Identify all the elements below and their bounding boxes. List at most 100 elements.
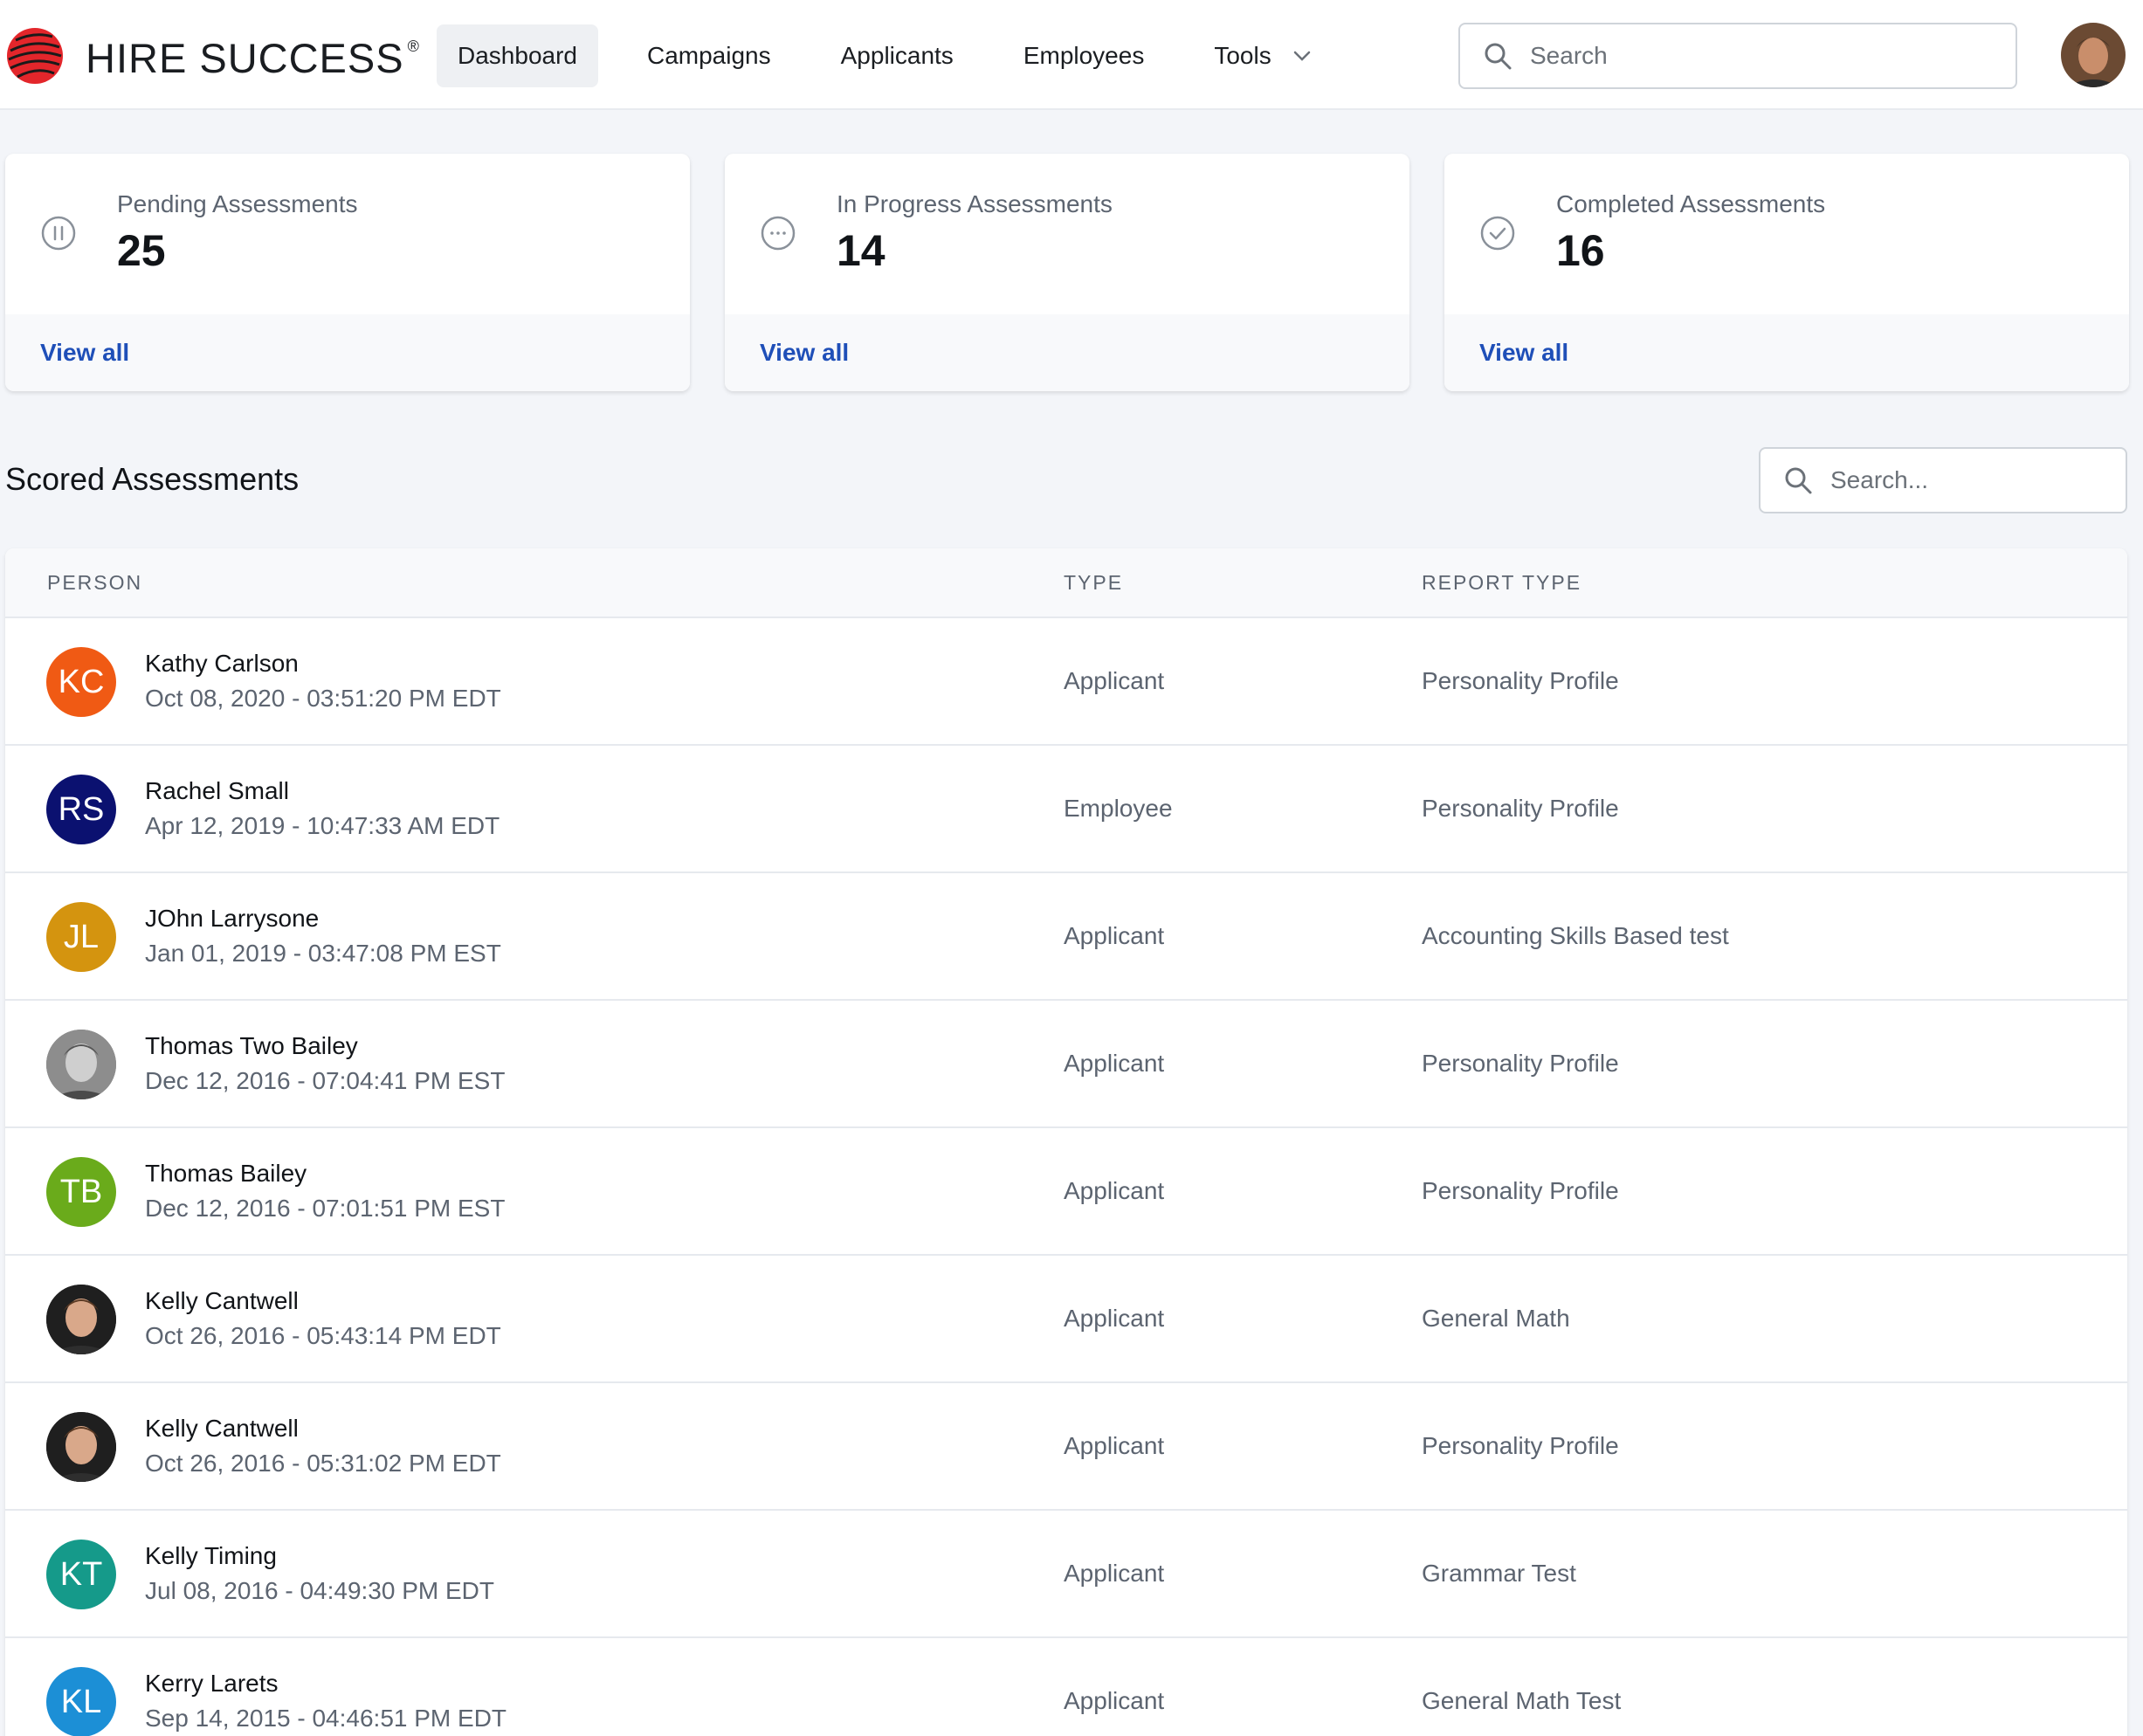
view-all-completed-link[interactable]: View all <box>1479 339 1568 367</box>
assessment-date: Oct 08, 2020 - 03:51:20 PM EDT <box>145 685 501 712</box>
ellipsis-circle-icon <box>761 216 796 251</box>
assessment-date: Oct 26, 2016 - 05:43:14 PM EDT <box>145 1322 501 1349</box>
report-type: Personality Profile <box>1422 1050 1619 1077</box>
person-name[interactable]: Thomas Two Bailey <box>145 1032 358 1060</box>
table-header: PERSON TYPE REPORT TYPE <box>5 548 2127 618</box>
person-name[interactable]: Kelly Cantwell <box>145 1287 299 1315</box>
stat-card-in-progress: In Progress Assessments 14 View all <box>725 154 1409 391</box>
person-name[interactable]: Rachel Small <box>145 777 289 805</box>
nav-campaigns-label: Campaigns <box>646 42 771 69</box>
column-header-person[interactable]: PERSON <box>47 571 142 595</box>
stat-value: 14 <box>837 226 885 275</box>
avatar-initials: KC <box>58 663 105 700</box>
column-header-type[interactable]: TYPE <box>1064 571 1123 595</box>
table-row[interactable]: TB Thomas Bailey Dec 12, 2016 - 07:01:51 P… <box>5 1128 2127 1256</box>
assessment-date: Oct 26, 2016 - 05:31:02 PM EDT <box>145 1450 501 1477</box>
column-header-report-type[interactable]: REPORT TYPE <box>1422 571 1581 595</box>
view-all-pending-link[interactable]: View all <box>40 339 129 367</box>
brand-logo[interactable]: HIRE SUCCESS ® <box>5 24 420 87</box>
global-search-input[interactable] <box>1530 42 2002 70</box>
top-navigation-bar: HIRE SUCCESS ® Dashboard Campaigns Applic… <box>0 0 2143 110</box>
person-type: Applicant <box>1064 667 1165 694</box>
person-type: Applicant <box>1064 1305 1165 1332</box>
avatar-initials: KL <box>60 1683 102 1720</box>
pause-circle-icon <box>41 216 76 251</box>
avatar-initials: TB <box>59 1173 103 1210</box>
report-type: General Math <box>1422 1305 1570 1332</box>
report-type: Personality Profile <box>1422 667 1619 694</box>
nav-dashboard-label: Dashboard <box>458 42 577 69</box>
avatar-initials: KT <box>59 1555 103 1593</box>
person-avatar: KC <box>46 647 116 717</box>
person-name[interactable]: Kelly Timing <box>145 1542 277 1570</box>
table-row[interactable]: KL Kerry Larets Sep 14, 2015 - 04:46:51 PM… <box>5 1638 2127 1736</box>
card-footer: View all <box>725 314 1409 391</box>
card-footer: View all <box>5 314 690 391</box>
person-name[interactable]: Thomas Bailey <box>145 1160 307 1188</box>
nav-tools-label: Tools <box>1214 42 1271 69</box>
stat-label: Completed Assessments <box>1556 190 1826 217</box>
table-search <box>1759 447 2127 513</box>
person-type: Applicant <box>1064 1050 1165 1077</box>
person-type: Employee <box>1064 795 1173 822</box>
report-type: General Math Test <box>1422 1687 1622 1714</box>
global-search <box>1458 23 2017 89</box>
brand-name: HIRE SUCCESS ® <box>86 34 420 81</box>
person-photo-icon <box>46 1030 116 1099</box>
person-photo-icon <box>46 1285 116 1354</box>
report-type: Accounting Skills Based test <box>1422 922 1729 949</box>
stat-value: 16 <box>1556 226 1605 275</box>
person-name[interactable]: Kelly Cantwell <box>145 1415 299 1443</box>
table-row[interactable]: Thomas Two Bailey Dec 12, 2016 - 07:04:41… <box>5 1001 2127 1128</box>
nav-dashboard[interactable]: Dashboard <box>437 24 598 87</box>
person-type: Applicant <box>1064 1177 1165 1204</box>
person-avatar <box>46 1412 116 1482</box>
assessment-date: Apr 12, 2019 - 10:47:33 AM EDT <box>145 812 500 839</box>
assessment-date: Jul 08, 2016 - 04:49:30 PM EDT <box>145 1577 494 1604</box>
report-type: Personality Profile <box>1422 1177 1619 1204</box>
person-name[interactable]: JOhn Larrysone <box>145 905 319 933</box>
nav-tools-dropdown[interactable]: Tools <box>1193 24 1332 87</box>
registered-mark: ® <box>407 37 420 55</box>
person-photo-icon <box>46 1412 116 1482</box>
person-name[interactable]: Kerry Larets <box>145 1670 279 1698</box>
person-avatar: TB <box>46 1157 116 1227</box>
stat-card-pending: Pending Assessments 25 View all <box>5 154 690 391</box>
report-type: Grammar Test <box>1422 1560 1576 1587</box>
view-all-in-progress-link[interactable]: View all <box>760 339 849 367</box>
check-circle-icon <box>1480 216 1515 251</box>
stat-label: In Progress Assessments <box>837 190 1113 217</box>
avatar-initials: RS <box>58 790 105 828</box>
person-name[interactable]: Kathy Carlson <box>145 650 299 678</box>
assessment-date: Dec 12, 2016 - 07:04:41 PM EST <box>145 1067 506 1094</box>
nav-employees-label: Employees <box>1023 42 1145 69</box>
search-icon <box>1785 467 1812 494</box>
stat-label: Pending Assessments <box>117 190 358 217</box>
table-row[interactable]: Kelly Cantwell Oct 26, 2016 - 05:31:02 PM… <box>5 1383 2127 1511</box>
person-avatar <box>46 1285 116 1354</box>
user-photo-icon <box>2061 23 2126 87</box>
chevron-down-icon <box>1293 51 1310 61</box>
nav-employees[interactable]: Employees <box>1003 24 1166 87</box>
logo-globe-icon <box>7 28 63 84</box>
stat-card-completed: Completed Assessments 16 View all <box>1444 154 2129 391</box>
main-nav: Dashboard Campaigns Applicants Employees… <box>437 24 1361 87</box>
avatar-initials: JL <box>63 918 100 955</box>
stat-value: 25 <box>117 226 166 275</box>
assessment-date: Jan 01, 2019 - 03:47:08 PM EST <box>145 940 501 967</box>
nav-campaigns[interactable]: Campaigns <box>626 24 792 87</box>
person-type: Applicant <box>1064 1432 1165 1459</box>
table-row[interactable]: Kelly Cantwell Oct 26, 2016 - 05:43:14 PM… <box>5 1256 2127 1383</box>
scored-assessments-table: PERSON TYPE REPORT TYPE KC Kathy Carlson O… <box>5 548 2127 1736</box>
table-row[interactable]: RS Rachel Small Apr 12, 2019 - 10:47:33 AM… <box>5 746 2127 873</box>
table-row[interactable]: JL JOhn Larrysone Jan 01, 2019 - 03:47:08 … <box>5 873 2127 1001</box>
nav-applicants-label: Applicants <box>840 42 954 69</box>
table-search-input[interactable] <box>1830 466 2119 494</box>
user-avatar[interactable] <box>2061 23 2126 87</box>
table-row[interactable]: KC Kathy Carlson Oct 08, 2020 - 03:51:20 P… <box>5 618 2127 746</box>
nav-applicants[interactable]: Applicants <box>820 24 975 87</box>
person-avatar <box>46 1030 116 1099</box>
table-row[interactable]: KT Kelly Timing Jul 08, 2016 - 04:49:30 PM… <box>5 1511 2127 1638</box>
report-type: Personality Profile <box>1422 795 1619 822</box>
person-avatar: KT <box>46 1540 116 1609</box>
